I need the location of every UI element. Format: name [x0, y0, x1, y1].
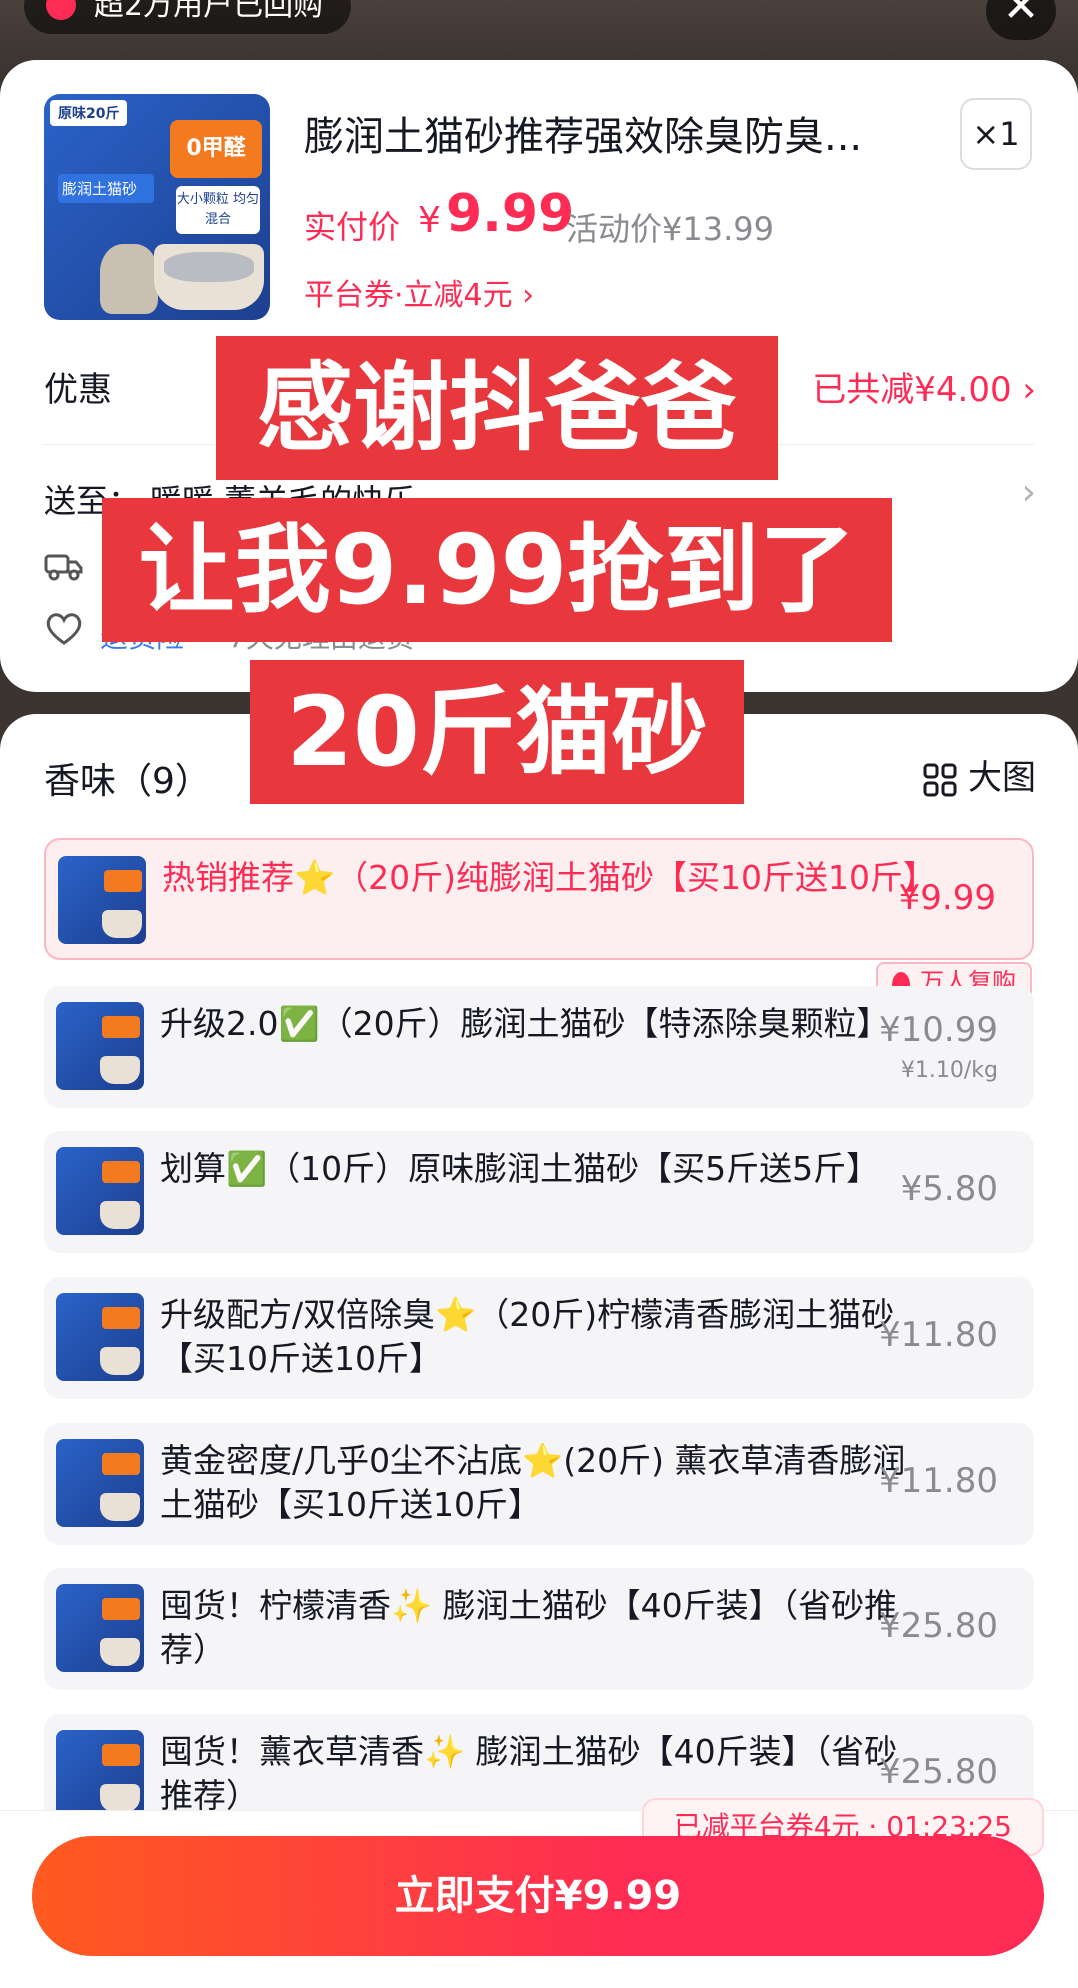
caption-line-2: 让我9.99抢到了	[102, 498, 892, 642]
variant-option[interactable]: 升级2.0✅（20斤）膨润土猫砂【特添除臭颗粒】 ¥10.99 ¥1.10/kg	[44, 986, 1034, 1108]
image-tag: 原味20斤	[50, 100, 128, 126]
cat-illustration	[100, 244, 158, 314]
discount-label: 优惠	[44, 370, 112, 410]
platform-coupon-link[interactable]: 平台券·立减4元 ›	[304, 270, 534, 314]
product-title: 膨润土猫砂推荐强效除臭防臭...	[304, 114, 863, 160]
repurchase-banner: 超2万用户已回购	[24, 0, 352, 34]
pay-price-symbol: ¥	[418, 200, 441, 241]
repurchase-banner-text: 超2万用户已回购	[94, 0, 324, 23]
quantity-stepper[interactable]: ×1	[960, 98, 1032, 170]
banner-dot-icon	[46, 0, 76, 20]
big-view-label: 大图	[968, 758, 1036, 798]
variant-name: 升级配方/双倍除臭⭐（20斤)柠檬清香膨润土猫砂【买10斤送10斤】	[160, 1295, 895, 1378]
variant-option[interactable]: 热销推荐⭐（20斤)纯膨润土猫砂【买10斤送10斤】 ¥9.99	[44, 838, 1034, 960]
variant-name: 升级2.0✅（20斤）膨润土猫砂【特添除臭颗粒】	[160, 1004, 890, 1043]
grid-icon	[923, 763, 957, 796]
product-image[interactable]: 原味20斤 膨润土猫砂 0甲醛 大小颗粒 均匀混合	[44, 94, 270, 320]
variant-thumbnail	[56, 1730, 144, 1818]
variant-thumbnail	[56, 1002, 144, 1090]
variant-price: ¥9.99	[898, 878, 996, 918]
variant-name: 囤货！柠檬清香✨ 膨润土猫砂【40斤装】（省砂推荐）	[160, 1586, 898, 1669]
variant-unit-price: ¥1.10/kg	[900, 1058, 998, 1083]
variant-panel-title: 香味（9）	[44, 761, 211, 802]
variant-price: ¥25.80	[879, 1752, 998, 1792]
variant-thumbnail	[56, 1584, 144, 1672]
image-note: 大小颗粒 均匀混合	[176, 186, 260, 234]
variant-name: 热销推荐⭐（20斤)纯膨润土猫砂【买10斤送10斤】	[162, 858, 936, 897]
variant-option[interactable]: 升级配方/双倍除臭⭐（20斤)柠檬清香膨润土猫砂【买10斤送10斤】 ¥11.8…	[44, 1277, 1034, 1399]
variant-option[interactable]: 划算✅（10斤）原味膨润土猫砂【买5斤送5斤】 ¥5.80	[44, 1131, 1034, 1253]
variant-thumbnail	[56, 1293, 144, 1381]
activity-price: 活动价¥13.99	[566, 210, 774, 248]
big-view-button[interactable]: 大图	[922, 750, 1036, 799]
variant-name: 黄金密度/几乎0尘不沾底⭐(20斤) 薰衣草清香膨润土猫砂【买10斤送10斤】	[160, 1441, 906, 1524]
variant-price: ¥5.80	[900, 1169, 998, 1209]
variant-thumbnail	[56, 1147, 144, 1235]
heart-shield-icon	[46, 613, 82, 645]
pay-price-label: 实付价	[304, 208, 401, 246]
truck-icon	[44, 554, 83, 581]
caption-line-1: 感谢抖爸爸	[216, 336, 778, 480]
litter-tray-illustration	[154, 244, 264, 310]
image-badge: 0甲醛	[170, 120, 262, 178]
variant-thumbnail	[58, 856, 146, 944]
pay-now-button[interactable]: 立即支付¥9.99	[32, 1836, 1044, 1956]
discount-value[interactable]: 已共减¥4.00 ›	[812, 362, 1036, 411]
variant-option[interactable]: 囤货！柠檬清香✨ 膨润土猫砂【40斤装】（省砂推荐） ¥25.80	[44, 1568, 1034, 1690]
variant-name: 划算✅（10斤）原味膨润土猫砂【买5斤送5斤】	[160, 1149, 880, 1188]
variant-price: ¥10.99	[879, 1010, 998, 1050]
image-bag-title: 膨润土猫砂	[58, 174, 154, 203]
variant-thumbnail	[56, 1439, 144, 1527]
chevron-right-icon[interactable]: ›	[1022, 472, 1036, 513]
variant-price: ¥11.80	[879, 1315, 998, 1355]
variant-price: ¥11.80	[879, 1461, 998, 1501]
caption-line-3: 20斤猫砂	[250, 660, 744, 804]
variant-price: ¥25.80	[879, 1606, 998, 1646]
pay-price-value: 9.99	[446, 184, 575, 244]
variant-option[interactable]: 黄金密度/几乎0尘不沾底⭐(20斤) 薰衣草清香膨润土猫砂【买10斤送10斤】 …	[44, 1423, 1034, 1545]
